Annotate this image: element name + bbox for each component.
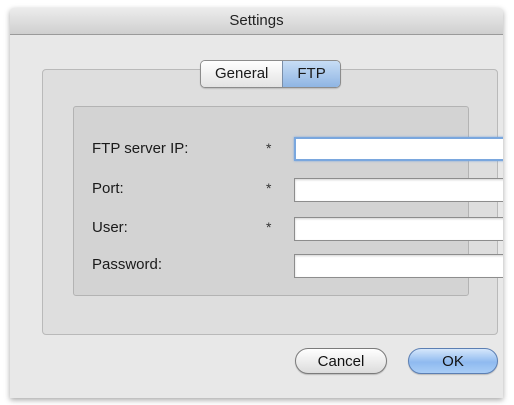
ftp-form: FTP server IP: * Port: * User: * Passwor… xyxy=(73,106,503,296)
ftp-server-ip-input[interactable] xyxy=(294,137,503,161)
port-required-mark: * xyxy=(266,180,272,196)
settings-window: Settings General FTP FTP server IP: * Po… xyxy=(10,8,503,398)
tab-general[interactable]: General xyxy=(201,61,283,87)
cancel-button[interactable]: Cancel xyxy=(295,348,387,374)
ftp-server-ip-required-mark: * xyxy=(266,140,272,156)
password-input[interactable] xyxy=(294,254,503,278)
port-label: Port: xyxy=(92,180,124,197)
ok-button[interactable]: OK xyxy=(408,348,498,374)
window-title: Settings xyxy=(10,8,503,35)
tab-bar: General FTP xyxy=(200,60,341,88)
tab-ftp[interactable]: FTP xyxy=(282,61,340,87)
user-label: User: xyxy=(92,219,128,236)
user-required-mark: * xyxy=(266,219,272,235)
user-input[interactable] xyxy=(294,217,503,241)
password-label: Password: xyxy=(92,256,163,273)
ftp-server-ip-label: FTP server IP: xyxy=(92,140,189,157)
port-input[interactable] xyxy=(294,178,503,202)
